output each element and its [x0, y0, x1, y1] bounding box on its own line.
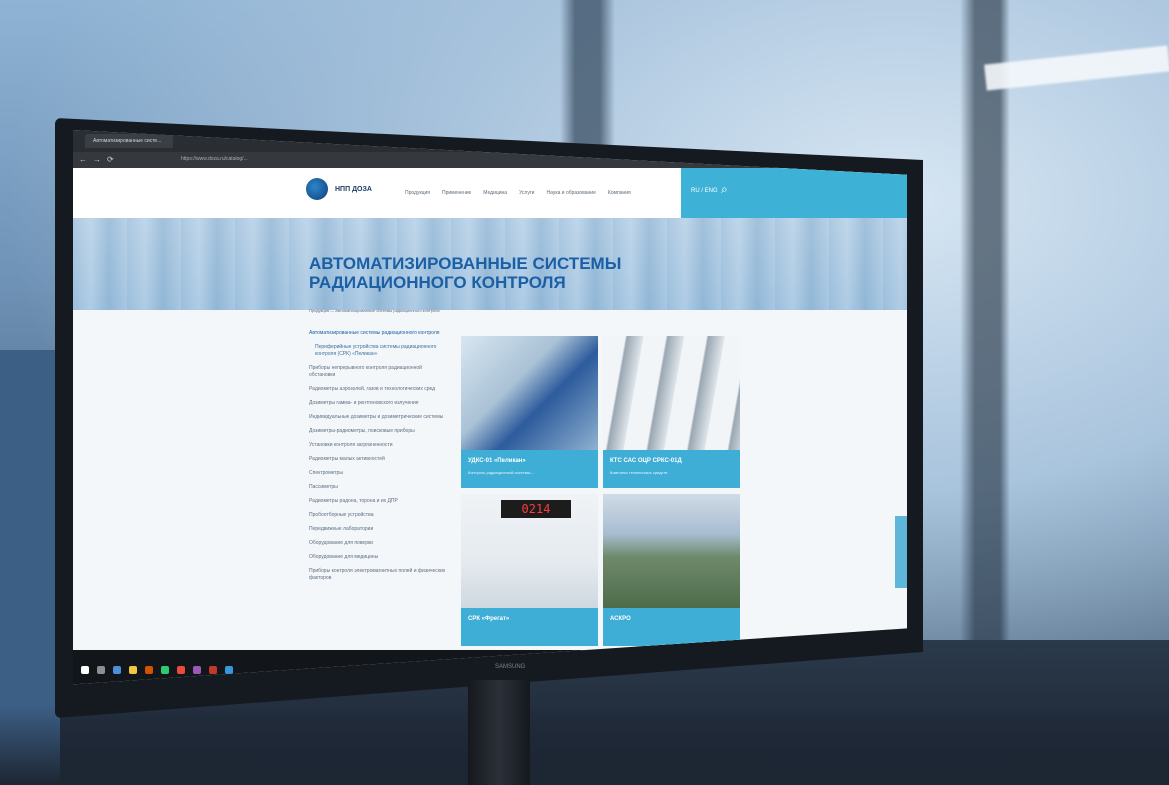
sidebar-item[interactable]: Дозиметры-радиометры, поисковые приборы: [309, 428, 449, 435]
reload-icon[interactable]: ⟳: [107, 155, 114, 164]
browser-tab[interactable]: Автоматизированные систе...: [85, 134, 173, 148]
product-card[interactable]: КТС САС ОЦР СРКС-01Д Комплекс технически…: [603, 336, 740, 488]
opera-icon[interactable]: [177, 666, 185, 674]
card-title[interactable]: УДКС-01 «Пеликан»: [468, 458, 526, 464]
search-icon[interactable]: ⌕: [721, 182, 728, 197]
app-icon[interactable]: [193, 666, 201, 674]
sidebar-item[interactable]: Спектрометры: [309, 470, 449, 477]
card-title[interactable]: АСКРО: [610, 616, 631, 622]
card-caption: [461, 608, 598, 646]
card-caption: [603, 450, 740, 488]
app-icon[interactable]: [225, 666, 233, 674]
sidebar-item[interactable]: Приборы непрерывного контроля радиационн…: [309, 365, 449, 379]
start-icon[interactable]: [81, 666, 89, 674]
monitor-brand: SAMSUNG: [495, 664, 526, 670]
nav-item-services[interactable]: Услуги: [519, 190, 534, 196]
card-subtitle: Комплекс технических средств: [610, 470, 668, 475]
nav-item-medicine[interactable]: Медицина: [483, 190, 507, 196]
sidebar-item[interactable]: Установки контроля загрязненности: [309, 442, 449, 449]
monitor-stand: [468, 680, 530, 785]
sidebar-item[interactable]: Радиометры малых активностей: [309, 456, 449, 463]
product-card[interactable]: АСКРО: [603, 494, 740, 646]
sidebar-item[interactable]: Оборудование для медицины: [309, 554, 449, 561]
card-title[interactable]: КТС САС ОЦР СРКС-01Д: [610, 458, 682, 464]
nav-item-products[interactable]: Продукция: [405, 190, 430, 196]
nav-item-application[interactable]: Применение: [442, 190, 471, 196]
floating-contact-panel[interactable]: [895, 516, 907, 588]
sidebar-item[interactable]: Оборудование для поверки: [309, 540, 449, 547]
sidebar-item[interactable]: Радиометры аэрозолей, газов и технологич…: [309, 386, 449, 393]
sidebar-item[interactable]: Радиометры радона, торона и их ДПР: [309, 498, 449, 505]
forward-icon[interactable]: →: [93, 155, 101, 164]
back-icon[interactable]: ←: [79, 155, 87, 164]
product-card[interactable]: УДКС-01 «Пеликан» Контроль радиационной …: [461, 336, 598, 488]
category-sidebar: Автоматизированные системы радиационного…: [309, 330, 449, 589]
product-card[interactable]: 0214 СРК «Фрегат»: [461, 494, 598, 646]
edge-icon[interactable]: [113, 666, 121, 674]
sidebar-item[interactable]: Автоматизированные системы радиационного…: [309, 330, 449, 337]
monitor-screen: Автоматизированные систе... ← → ⟳ https:…: [73, 130, 907, 685]
card-caption: [461, 450, 598, 488]
card-title[interactable]: СРК «Фрегат»: [468, 616, 509, 622]
firefox-icon[interactable]: [145, 666, 153, 674]
breadcrumb[interactable]: Продукция — Автоматизированные системы р…: [309, 308, 440, 313]
product-image: [461, 336, 598, 450]
sidebar-item[interactable]: Индивидуальные дозиметры и дозиметрическ…: [309, 414, 449, 421]
language-switch[interactable]: RU / ENG: [691, 188, 718, 194]
logo-text[interactable]: НПП ДОЗА: [335, 186, 372, 193]
url-text[interactable]: https://www.doza.ru/catalog/...: [181, 156, 248, 162]
card-caption: [603, 608, 740, 646]
chrome-icon[interactable]: [161, 666, 169, 674]
sidebar-item[interactable]: Дозиметры гамма- и рентгеновского излуче…: [309, 400, 449, 407]
sidebar-subitem[interactable]: Периферийные устройства системы радиацио…: [309, 344, 449, 358]
floor-shadow: [0, 705, 1169, 785]
sidebar-item[interactable]: Пробоотборные устройства: [309, 512, 449, 519]
folder-icon[interactable]: [129, 666, 137, 674]
led-display: 0214: [501, 500, 571, 518]
sidebar-item[interactable]: Приборы контроля электромагнитных полей …: [309, 568, 449, 582]
main-nav: Продукция Применение Медицина Услуги Нау…: [405, 190, 631, 196]
logo-icon[interactable]: [306, 178, 328, 200]
sidebar-item[interactable]: Пассиметры: [309, 484, 449, 491]
card-subtitle: Контроль радиационной системы...: [468, 470, 534, 475]
search-taskbar-icon[interactable]: [97, 666, 105, 674]
pdf-icon[interactable]: [209, 666, 217, 674]
nav-item-science[interactable]: Наука и образование: [546, 190, 595, 196]
page-title: АВТОМАТИЗИРОВАННЫЕ СИСТЕМЫ РАДИАЦИОННОГО…: [309, 254, 622, 292]
product-image: 0214: [461, 494, 598, 608]
sidebar-item[interactable]: Передвижные лаборатории: [309, 526, 449, 533]
product-image: [603, 494, 740, 608]
nav-item-company[interactable]: Компания: [608, 190, 631, 196]
product-image: [603, 336, 740, 450]
